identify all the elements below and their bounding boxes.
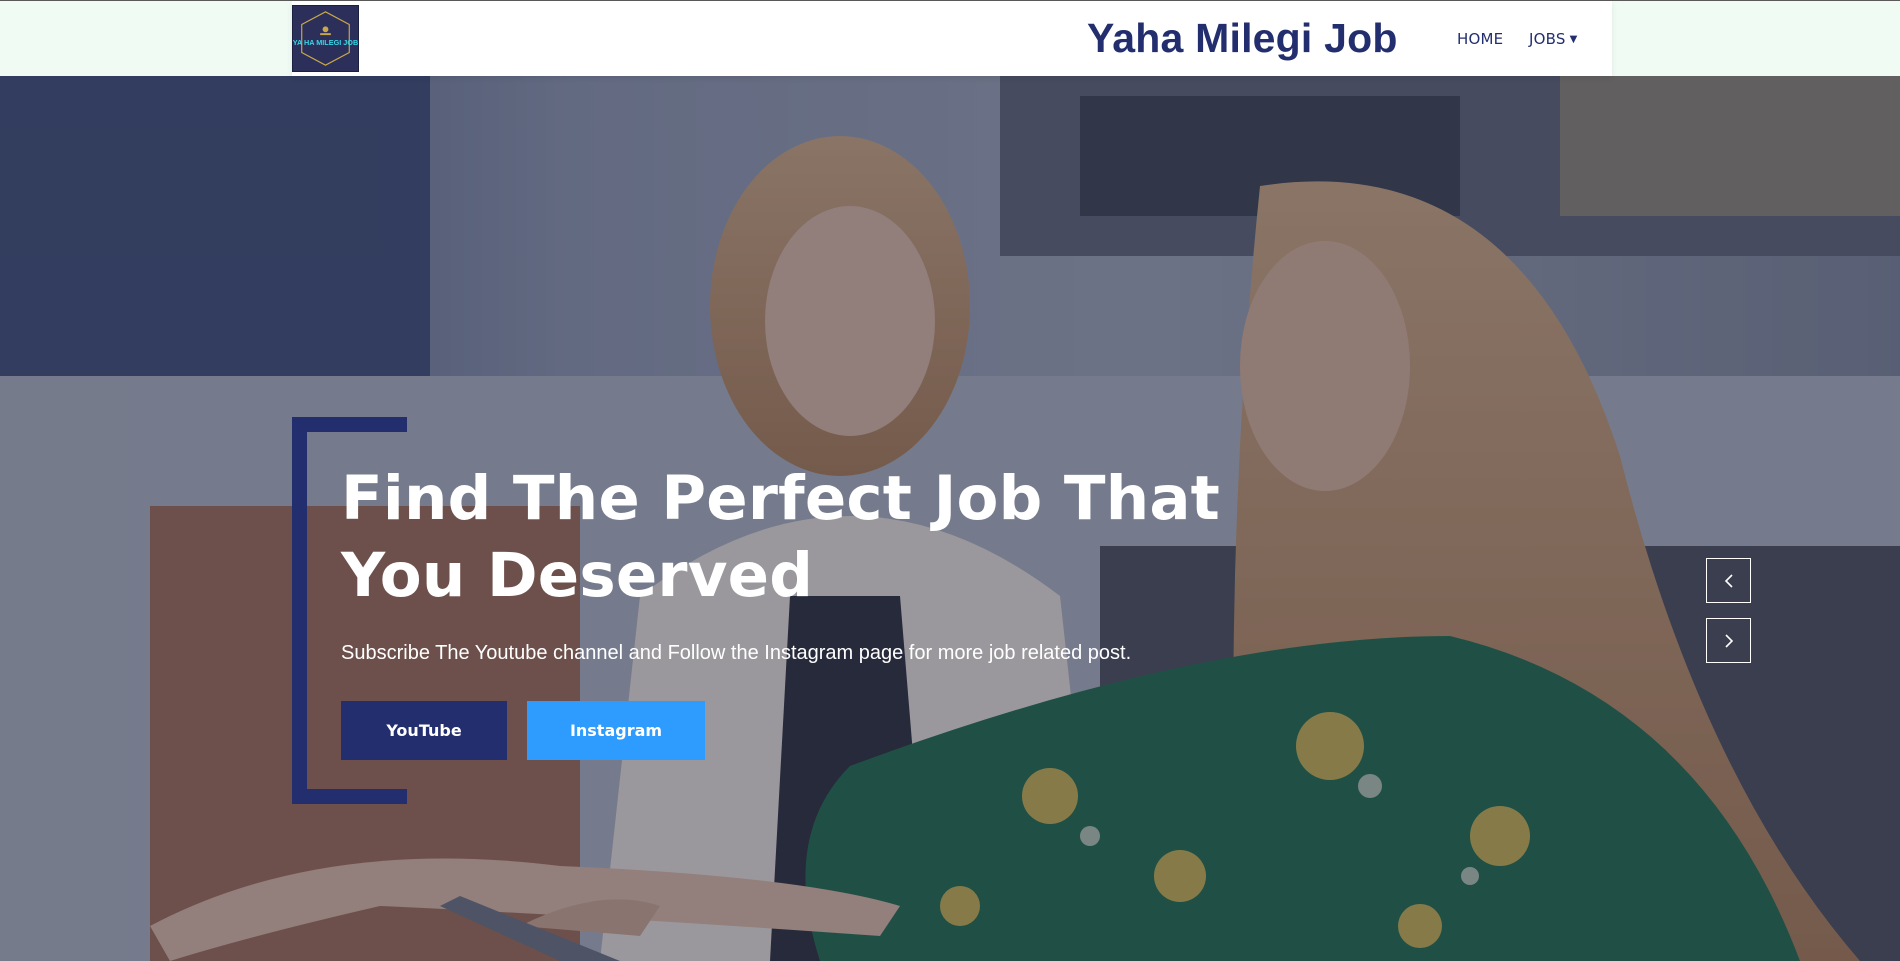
chevron-down-icon: ▼ [1569,34,1578,45]
logo-text: YA HA MILEGI JOB [293,38,358,47]
hero-subtitle: Subscribe The Youtube channel and Follow… [341,642,1132,664]
nav-jobs[interactable]: JOBS ▼ [1529,30,1577,48]
navbar: YA HA MILEGI JOB Yaha Milegi Job HOME JO… [292,1,1612,76]
chevron-left-icon [1724,573,1733,588]
site-logo[interactable]: YA HA MILEGI JOB [292,5,359,72]
hero-title-line1: Find The Perfect Job That [341,463,1221,534]
slider-next-button[interactable] [1706,618,1751,663]
hero-title-line2: You Deserved [341,540,814,611]
logo-image: YA HA MILEGI JOB [293,6,358,71]
slider-prev-button[interactable] [1706,558,1751,603]
chevron-right-icon [1724,633,1733,648]
nav-home[interactable]: HOME [1457,30,1503,48]
brand-title[interactable]: Yaha Milegi Job [1087,15,1398,62]
instagram-button[interactable]: Instagram [527,701,705,760]
youtube-button[interactable]: YouTube [341,701,507,760]
hero-title: Find The Perfect Job That You Deserved [341,460,1241,614]
hero-slider: Find The Perfect Job That You Deserved S… [0,76,1900,961]
nav-jobs-label: JOBS [1529,30,1566,48]
